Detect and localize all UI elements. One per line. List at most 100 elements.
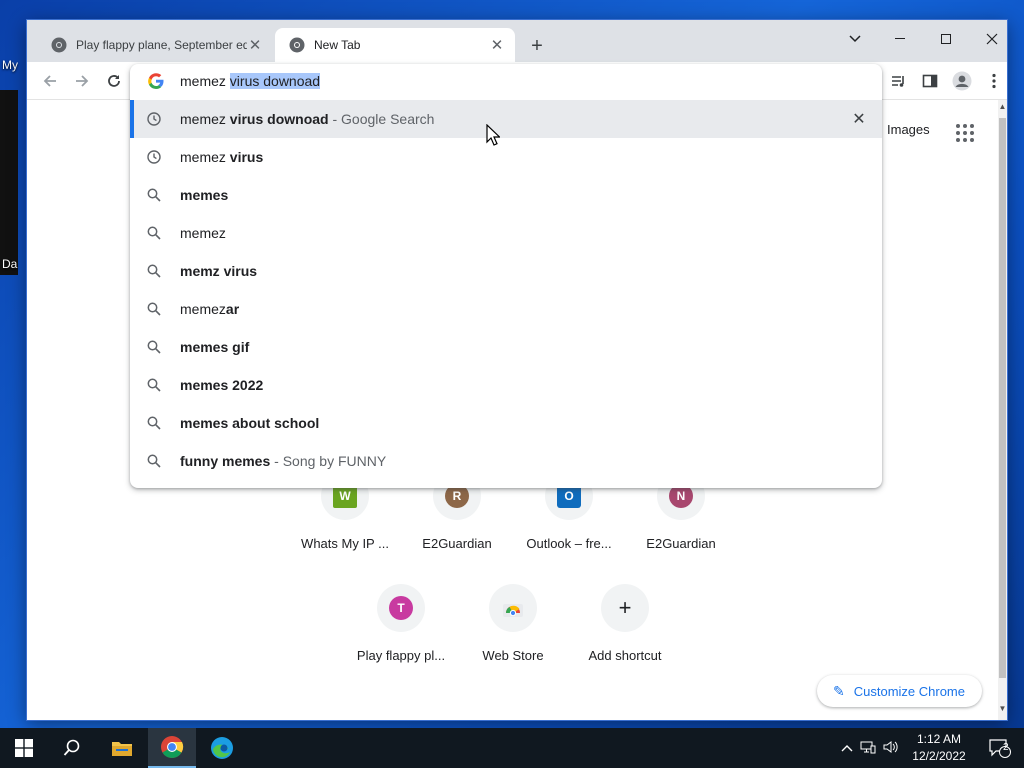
system-tray (838, 728, 902, 768)
add-shortcut-plus: + (618, 595, 632, 620)
omnibox-typed-text: memez (180, 73, 230, 89)
mouse-cursor-icon (486, 123, 501, 149)
suggestion-match-text: virus (229, 149, 264, 165)
close-window-button[interactable] (969, 24, 1015, 54)
tab-search-chevron-icon[interactable] (832, 24, 878, 54)
volume-icon[interactable] (880, 740, 902, 757)
maximize-button[interactable] (923, 24, 969, 54)
page-scrollbar[interactable]: ▲ ▼ (998, 100, 1007, 720)
network-icon[interactable] (856, 740, 880, 757)
omnibox-autocomplete-text: virus downoad (229, 73, 321, 89)
media-controls-icon[interactable] (887, 70, 909, 92)
chevron-up-icon[interactable] (838, 741, 856, 755)
omnibox-input-row[interactable]: memez virus downoad (130, 64, 882, 100)
suggestion-item[interactable]: memez virus (130, 138, 882, 176)
shortcut-letter: T (389, 596, 413, 620)
shortcut-label: Web Store (482, 648, 544, 663)
suggestion-item[interactable]: memezar (130, 290, 882, 328)
chrome-favicon-icon (51, 37, 67, 53)
suggestion-description: - Google Search (328, 111, 435, 127)
notification-center-icon[interactable]: 2 (976, 728, 1024, 768)
back-icon[interactable] (37, 68, 63, 94)
customize-chrome-button[interactable]: ✎ Customize Chrome (817, 675, 982, 707)
tab-close-icon[interactable]: ✕ (247, 37, 263, 54)
suggestion-item[interactable]: memz virus (130, 252, 882, 290)
file-explorer-icon[interactable] (98, 728, 146, 768)
add-shortcut-tile[interactable]: + Add shortcut (569, 584, 681, 696)
kebab-menu-icon[interactable] (983, 70, 1005, 92)
tab-new-tab[interactable]: New Tab ✕ (275, 28, 515, 62)
shortcut-tile[interactable]: T Play flappy pl... (345, 584, 457, 696)
edge-icon[interactable] (198, 728, 246, 768)
shortcut-label: E2Guardian (646, 536, 716, 551)
profile-avatar-icon[interactable] (951, 70, 973, 92)
history-icon (147, 112, 161, 126)
notification-count: 2 (1003, 742, 1009, 753)
chrome-favicon-icon (289, 37, 305, 53)
suggestion-text: memez (180, 111, 230, 127)
shortcut-tile[interactable]: Web Store (457, 584, 569, 696)
scrollbar-thumb[interactable] (999, 118, 1006, 678)
tab-title: Play flappy plane, September edi (76, 38, 247, 52)
suggestion-match-text: memes gif (180, 339, 250, 355)
search-icon (147, 378, 161, 392)
desktop-icon-label: Da (2, 257, 18, 271)
google-apps-icon[interactable] (956, 124, 974, 142)
suggestion-item[interactable]: memes (130, 176, 882, 214)
clock-time: 1:12 AM (916, 732, 962, 746)
remove-suggestion-icon[interactable]: ✕ (850, 110, 868, 128)
shortcut-tile[interactable]: O Outlook – fre... (513, 472, 625, 584)
search-icon (147, 264, 161, 278)
minimize-button[interactable] (877, 24, 923, 54)
search-icon (147, 302, 161, 316)
tab-strip: Play flappy plane, September edi ✕ New T… (27, 20, 1007, 62)
shortcut-label: Whats My IP ... (301, 536, 389, 551)
suggestion-item[interactable]: funny memes - Song by FUNNY (130, 442, 882, 480)
scroll-up-arrow-icon[interactable]: ▲ (998, 102, 1007, 114)
forward-icon[interactable] (69, 68, 95, 94)
shortcut-tile[interactable]: R E2Guardian (401, 472, 513, 584)
suggestion-text: memez (180, 149, 230, 165)
search-icon (147, 340, 161, 354)
start-button[interactable] (0, 728, 48, 768)
shortcut-label: E2Guardian (422, 536, 492, 551)
suggestion-item[interactable]: memes about school (130, 404, 882, 442)
search-icon (147, 226, 161, 240)
tab-flappy-plane[interactable]: Play flappy plane, September edi ✕ (37, 28, 273, 62)
omnibox-input[interactable]: memez virus downoad (180, 73, 321, 89)
suggestion-match-text: memes 2022 (180, 377, 264, 393)
reload-icon[interactable] (101, 68, 127, 94)
customize-chrome-label: Customize Chrome (853, 683, 965, 699)
search-icon (147, 416, 161, 430)
suggestion-match-text: ar (225, 301, 240, 317)
suggestion-item[interactable]: memes 2022 (130, 366, 882, 404)
suggestion-text: memez (180, 225, 226, 241)
tab-title: New Tab (314, 38, 361, 52)
tab-close-icon[interactable]: ✕ (489, 37, 505, 54)
suggestion-match-text: memes (180, 187, 229, 203)
scroll-down-arrow-icon[interactable]: ▼ (998, 704, 1007, 716)
suggestion-item[interactable]: memez virus downoad - Google Search ✕ (130, 100, 882, 138)
suggestion-item[interactable]: memes gif (130, 328, 882, 366)
chrome-taskbar-icon[interactable] (148, 728, 196, 768)
suggestion-description: - Song by FUNNY (270, 453, 387, 469)
omnibox-dropdown: memez virus downoad memez virus downoad … (130, 64, 882, 488)
shortcut-tile[interactable]: W Whats My IP ... (289, 472, 401, 584)
shortcut-tile[interactable]: N E2Guardian (625, 472, 737, 584)
pencil-icon: ✎ (833, 682, 845, 699)
shortcut-favicon: T (377, 584, 425, 632)
desktop-icon[interactable] (0, 90, 18, 275)
suggestion-match-text: virus downoad (229, 111, 329, 127)
clock-date: 12/2/2022 (912, 749, 966, 763)
suggestion-match-text: memz virus (180, 263, 258, 279)
new-tab-button[interactable]: + (525, 34, 549, 58)
taskbar-clock[interactable]: 1:12 AM 12/2/2022 (902, 731, 976, 765)
suggestion-match-text: memes about school (180, 415, 320, 431)
web-store-icon (489, 584, 537, 632)
google-g-icon (148, 73, 164, 89)
images-link[interactable]: Images (887, 122, 930, 137)
shortcut-label: Play flappy pl... (356, 648, 446, 663)
side-panel-icon[interactable] (919, 70, 941, 92)
search-icon[interactable] (48, 728, 96, 768)
suggestion-item[interactable]: memez (130, 214, 882, 252)
